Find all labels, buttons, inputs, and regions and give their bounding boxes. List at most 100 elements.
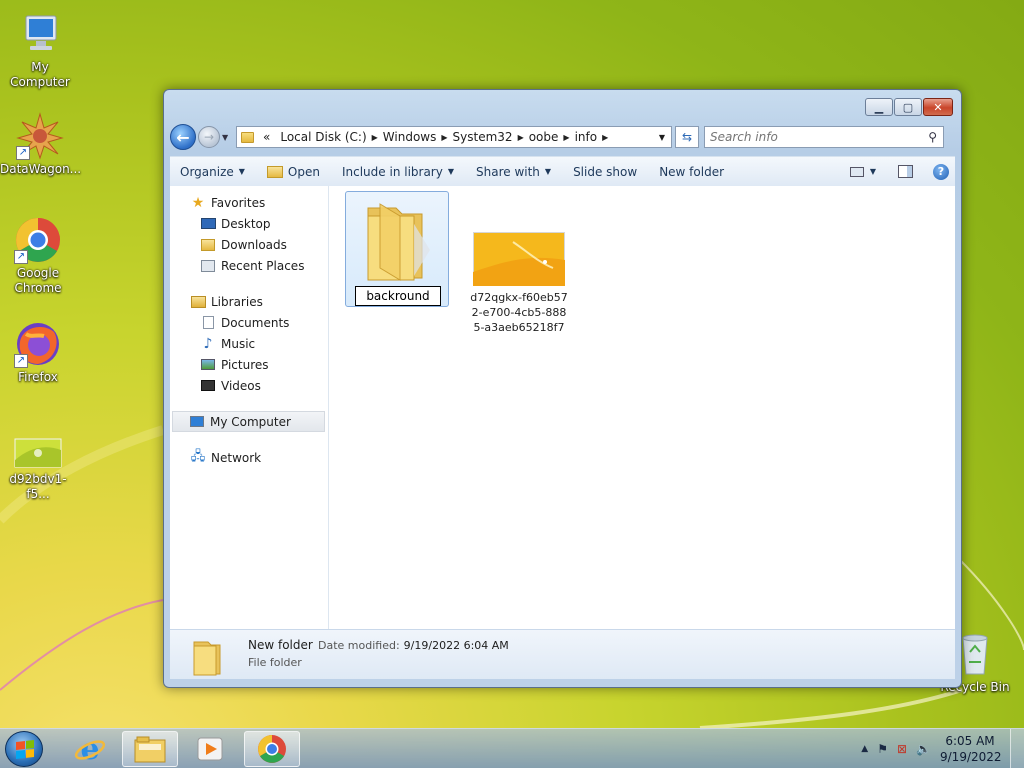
new-folder-button[interactable]: New folder [659,165,724,179]
show-hidden-icons-button[interactable]: ▲ [861,744,868,754]
maximize-button[interactable]: ▢ [894,98,922,116]
shortcut-arrow-icon: ↗ [14,354,28,368]
caption-buttons: ▁ ▢ ✕ [864,98,953,116]
clock-date: 9/19/2022 [940,750,1002,764]
nav-item-network[interactable]: 🖧 Network [170,447,328,468]
videos-icon [200,379,216,393]
close-button[interactable]: ✕ [923,98,953,116]
chevron-right-icon[interactable]: ▶ [563,133,569,142]
navigation-bar: ← → ▼ « Local Disk (C:) ▶ Windows ▶ Syst… [170,123,955,151]
desktop-icon [200,217,216,231]
nav-item-documents[interactable]: Documents [170,312,328,333]
taskbar-internet-explorer[interactable]: e [62,731,118,767]
share-with-button[interactable]: Share with ▼ [476,165,551,179]
nav-item-recent-places[interactable]: Recent Places [170,255,328,276]
minimize-button[interactable]: ▁ [865,98,893,116]
action-center-icon[interactable]: ⚑ [877,742,888,756]
shortcut-arrow-icon: ↗ [16,146,30,160]
nav-item-favorites[interactable]: ★ Favorites [170,192,328,213]
chevron-right-icon[interactable]: ▶ [372,133,378,142]
chevron-down-icon: ▼ [238,167,245,176]
folder-icon [193,641,221,676]
taskbar-chrome[interactable] [244,731,300,767]
chevron-down-icon: ▼ [544,167,552,176]
folder-item-selected[interactable] [345,191,449,307]
rename-input[interactable] [355,286,441,306]
clock-time: 6:05 AM [945,734,995,748]
chevron-right-icon[interactable]: ▶ [441,133,447,142]
address-segment-oobe[interactable]: oobe [529,130,559,144]
search-input[interactable] [705,127,915,147]
chevron-right-icon[interactable]: ▶ [518,133,524,142]
slide-show-button[interactable]: Slide show [573,165,637,179]
nav-item-music[interactable]: ♪ Music [170,333,328,354]
recent-places-icon [200,259,216,273]
folder-open-icon [266,165,283,178]
image-file-icon [14,436,62,470]
command-bar: Organize ▼ Open Include in library ▼ Share… [170,156,955,186]
desktop-icon-datawagon[interactable]: ↗ DataWagon... [0,112,81,177]
recent-pages-dropdown[interactable]: ▼ [222,133,232,142]
desktop-icon-label: Google Chrome [14,266,62,295]
address-overflow[interactable]: « [263,130,270,144]
windows-logo-icon [16,740,34,759]
chrome-icon: ↗ [14,216,62,264]
details-type: File folder [248,656,302,669]
back-button[interactable]: ← [170,124,196,150]
desktop-icon-my-computer[interactable]: My Computer [0,10,80,90]
refresh-button[interactable]: ⇆ [675,126,699,148]
desktop-icon-google-chrome[interactable]: ↗ Google Chrome [0,216,78,296]
open-button[interactable]: Open [266,165,320,179]
desktop-icon-label: Firefox [18,370,58,384]
taskbar-media-player[interactable] [182,731,238,767]
view-options-dropdown[interactable]: ▼ [870,167,876,176]
address-dropdown-icon[interactable]: ▼ [659,133,665,142]
internet-explorer-icon: e [74,733,106,765]
address-bar[interactable]: « Local Disk (C:) ▶ Windows ▶ System32 ▶… [236,126,672,148]
address-segment-system32[interactable]: System32 [453,130,513,144]
navigation-pane: ★ Favorites Desktop Downloads Recent Plac… [170,186,329,629]
explorer-window: ▁ ▢ ✕ ← → ▼ « Local Disk (C:) ▶ Windows … [163,89,962,688]
volume-icon[interactable]: 🔈 [916,742,931,756]
nav-item-libraries[interactable]: Libraries [170,291,328,312]
address-segment-local-disk[interactable]: Local Disk (C:) [280,130,366,144]
show-desktop-button[interactable] [1010,729,1024,768]
desktop-icon-firefox[interactable]: ↗ Firefox [0,320,78,385]
file-item-image[interactable]: d72qgkx-f60eb57 2-e700-4cb5-888 5-a3aeb6… [469,226,569,335]
address-segment-info[interactable]: info [575,130,598,144]
preview-pane-icon[interactable] [898,165,913,178]
include-in-library-button[interactable]: Include in library ▼ [342,165,454,179]
details-pane: New folder Date modified: 9/19/2022 6:04 … [170,629,955,679]
chevron-right-icon[interactable]: ▶ [602,133,608,142]
address-segment-windows[interactable]: Windows [383,130,437,144]
nav-item-downloads[interactable]: Downloads [170,234,328,255]
details-modified: Date modified: 9/19/2022 6:04 AM [318,639,509,652]
network-status-icon[interactable]: ⊠ [897,742,907,756]
desktop-icon-label: My Computer [10,60,70,89]
nav-item-desktop[interactable]: Desktop [170,213,328,234]
file-name-line: d72qgkx-f60eb57 [470,291,568,304]
taskbar-file-explorer[interactable] [122,731,178,767]
search-icon[interactable]: ⚲ [928,130,937,144]
file-explorer-icon [134,736,166,763]
image-thumbnail-icon [473,232,565,286]
search-box[interactable]: ⚲ [704,126,944,148]
desktop-icon-image-file[interactable]: d92bdv1-f5... [0,436,78,502]
folder-icon [367,203,430,281]
computer-icon [16,10,64,58]
pictures-icon [200,358,216,372]
libraries-icon [190,295,206,309]
nav-item-pictures[interactable]: Pictures [170,354,328,375]
help-icon[interactable]: ? [933,163,949,180]
clock[interactable]: 6:05 AM 9/19/2022 [940,733,1002,765]
nav-item-my-computer[interactable]: My Computer [172,411,325,432]
file-name-line: 2-e700-4cb5-888 [471,306,567,319]
change-view-icon[interactable] [849,166,864,177]
organize-button[interactable]: Organize ▼ [180,165,245,179]
taskbar: e ▲ ⚑ ⊠ 🔈 6:05 AM 9/19/2022 [0,728,1024,768]
forward-button[interactable]: → [198,126,220,148]
file-list: d72qgkx-f60eb57 2-e700-4cb5-888 5-a3aeb6… [329,186,955,629]
details-name: New folder [248,638,313,652]
nav-item-videos[interactable]: Videos [170,375,328,396]
start-button[interactable] [5,731,43,767]
